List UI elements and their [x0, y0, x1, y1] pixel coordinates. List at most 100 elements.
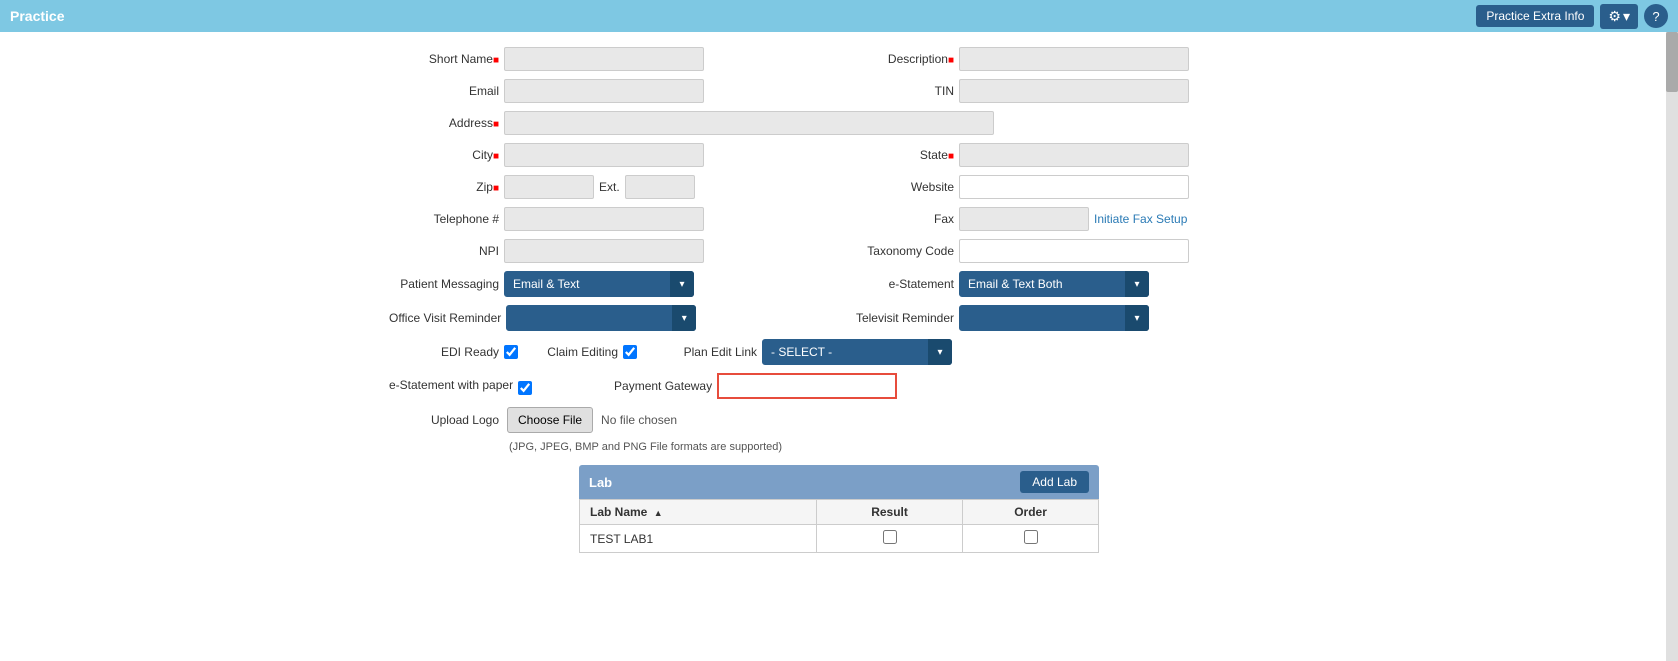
- description-required: ■: [948, 55, 954, 66]
- zip-input[interactable]: [504, 175, 594, 199]
- city-label: City■: [389, 148, 499, 162]
- website-label: Website: [844, 180, 954, 194]
- help-button[interactable]: ?: [1644, 4, 1668, 28]
- help-icon: ?: [1652, 9, 1659, 24]
- lab-name-sort-icon: ▲: [654, 508, 663, 518]
- top-bar-actions: Practice Extra Info ⚙ ▾ ?: [1476, 4, 1668, 29]
- table-row: TEST LAB1: [580, 525, 1099, 553]
- payment-gateway-input[interactable]: SQUARE: [717, 373, 897, 399]
- add-lab-button[interactable]: Add Lab: [1020, 471, 1089, 493]
- description-input[interactable]: [959, 47, 1189, 71]
- city-group: City■: [389, 143, 834, 167]
- row-estatement-paper-payment: e-Statement with paper Payment Gateway S…: [389, 373, 1289, 399]
- state-required: ■: [948, 151, 954, 162]
- plan-edit-select-wrapper: - SELECT - ▾: [762, 339, 952, 365]
- patient-messaging-group: Patient Messaging Email & Text ▾: [389, 271, 834, 297]
- tin-label: TIN: [844, 84, 954, 98]
- televisit-select-wrapper: ▾: [959, 305, 1149, 331]
- city-input[interactable]: [504, 143, 704, 167]
- row-messaging-estatement: Patient Messaging Email & Text ▾ e-State…: [389, 271, 1289, 297]
- fax-input[interactable]: [959, 207, 1089, 231]
- app-title: Practice: [10, 8, 64, 24]
- e-statement-select[interactable]: Email & Text Both: [959, 271, 1149, 297]
- e-statement-paper-checkbox[interactable]: [518, 381, 532, 395]
- lab-name-cell: TEST LAB1: [580, 525, 817, 553]
- email-input[interactable]: [504, 79, 704, 103]
- telephone-input[interactable]: [504, 207, 704, 231]
- row-telephone-fax: Telephone # Fax Initiate Fax Setup: [389, 207, 1289, 231]
- address-required: ■: [493, 119, 499, 130]
- payment-gateway-label: Payment Gateway: [602, 379, 712, 393]
- npi-input[interactable]: [504, 239, 704, 263]
- order-header: Order: [963, 500, 1099, 525]
- gear-button[interactable]: ⚙ ▾: [1600, 4, 1638, 29]
- row-upload-logo: Upload Logo Choose File No file chosen: [389, 407, 1289, 433]
- npi-label: NPI: [389, 244, 499, 258]
- fax-group: Fax Initiate Fax Setup: [844, 207, 1289, 231]
- claim-editing-group: Claim Editing: [528, 345, 637, 359]
- row-email-tin: Email TIN: [389, 79, 1289, 103]
- practice-extra-info-button[interactable]: Practice Extra Info: [1476, 5, 1594, 27]
- plan-edit-link-label: Plan Edit Link: [647, 345, 757, 359]
- short-name-group: Short Name■: [389, 47, 834, 71]
- row-edi-claim-plan: EDI Ready Claim Editing Plan Edit Link -…: [389, 339, 1289, 365]
- order-cell: [963, 525, 1099, 553]
- lab-table-body: TEST LAB1: [580, 525, 1099, 553]
- ext-input[interactable]: [625, 175, 695, 199]
- gear-dropdown-arrow: ▾: [1623, 8, 1630, 25]
- e-statement-paper-label: e-Statement with paper: [389, 378, 513, 394]
- edi-ready-label: EDI Ready: [389, 345, 499, 359]
- tin-group: TIN: [844, 79, 1289, 103]
- edi-ready-checkbox[interactable]: [504, 345, 518, 359]
- short-name-input[interactable]: [504, 47, 704, 71]
- state-group: State■: [844, 143, 1289, 167]
- plan-edit-select[interactable]: - SELECT -: [762, 339, 952, 365]
- taxonomy-input[interactable]: [959, 239, 1189, 263]
- state-input[interactable]: [959, 143, 1189, 167]
- claim-editing-label: Claim Editing: [528, 345, 618, 359]
- short-name-label: Short Name■: [389, 52, 499, 66]
- televisit-group: Televisit Reminder ▾: [844, 305, 1289, 331]
- office-visit-select[interactable]: [506, 305, 696, 331]
- zip-group: Zip■ Ext.: [389, 175, 834, 199]
- website-input[interactable]: [959, 175, 1189, 199]
- scrollbar-thumb: [1666, 32, 1678, 92]
- description-label: Description■: [844, 52, 954, 66]
- initiate-fax-setup-link[interactable]: Initiate Fax Setup: [1094, 212, 1187, 226]
- main-content: Short Name■ Description■ Email TIN: [0, 32, 1678, 661]
- lab-table: Lab Name ▲ Result Order TEST LAB1: [579, 499, 1099, 553]
- taxonomy-label: Taxonomy Code: [844, 244, 954, 258]
- result-checkbox[interactable]: [883, 530, 897, 544]
- row-npi-taxonomy: NPI Taxonomy Code: [389, 239, 1289, 263]
- state-label: State■: [844, 148, 954, 162]
- lab-section: Lab Add Lab Lab Name ▲ Result Order: [579, 465, 1099, 553]
- televisit-select[interactable]: [959, 305, 1149, 331]
- telephone-label: Telephone #: [389, 212, 499, 226]
- claim-editing-checkbox[interactable]: [623, 345, 637, 359]
- tin-input[interactable]: [959, 79, 1189, 103]
- plan-edit-link-group: Plan Edit Link - SELECT - ▾: [647, 339, 1289, 365]
- ext-label: Ext.: [599, 180, 620, 194]
- file-chosen-text: No file chosen: [601, 413, 677, 427]
- patient-messaging-select[interactable]: Email & Text: [504, 271, 694, 297]
- city-required: ■: [493, 151, 499, 162]
- edi-ready-group: EDI Ready: [389, 345, 518, 359]
- order-checkbox[interactable]: [1024, 530, 1038, 544]
- choose-file-button[interactable]: Choose File: [507, 407, 593, 433]
- practice-form: Short Name■ Description■ Email TIN: [389, 47, 1289, 553]
- fax-label: Fax: [844, 212, 954, 226]
- payment-gateway-group: Payment Gateway SQUARE: [602, 373, 1289, 399]
- row-short-name-description: Short Name■ Description■: [389, 47, 1289, 71]
- website-group: Website: [844, 175, 1289, 199]
- result-cell: [817, 525, 963, 553]
- patient-messaging-label: Patient Messaging: [389, 277, 499, 291]
- description-group: Description■: [844, 47, 1289, 71]
- lab-table-header-row: Lab Name ▲ Result Order: [580, 500, 1099, 525]
- npi-group: NPI: [389, 239, 834, 263]
- telephone-group: Telephone #: [389, 207, 834, 231]
- office-visit-group: Office Visit Reminder ▾: [389, 305, 834, 331]
- zip-required: ■: [493, 183, 499, 194]
- email-group: Email: [389, 79, 834, 103]
- result-header: Result: [817, 500, 963, 525]
- address-input[interactable]: [504, 111, 994, 135]
